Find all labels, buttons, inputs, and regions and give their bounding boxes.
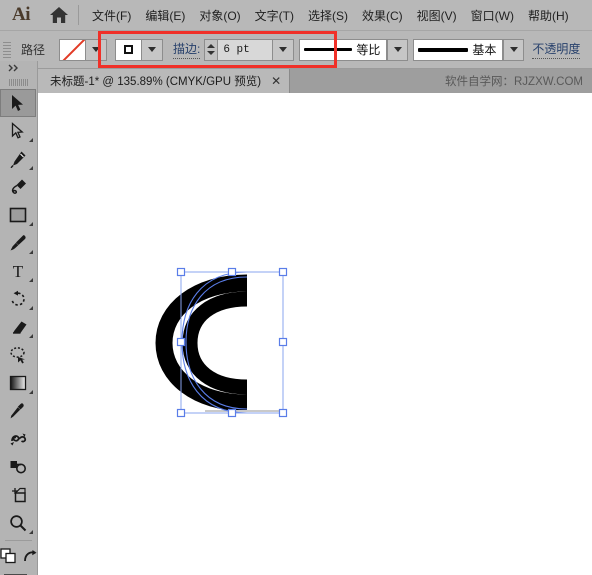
black-square-swatch-icon — [124, 45, 134, 54]
stroke-weight-control-group: 6 pt — [204, 38, 295, 61]
chevron-down-icon — [279, 47, 288, 52]
brush-definition-dropdown-button[interactable] — [503, 38, 525, 61]
menu-help[interactable]: 帮助(H) — [521, 3, 576, 28]
eraser-tool[interactable] — [0, 313, 36, 341]
overlap-squares-icon[interactable] — [0, 548, 17, 564]
fill-control-group — [59, 38, 108, 61]
document-tab[interactable]: 未标题-1* @ 135.89% (CMYK/GPU 预览) ✕ — [38, 69, 291, 93]
toolbar-divider — [5, 540, 32, 541]
tool-group-corner-icon — [29, 138, 33, 142]
lasso-tool[interactable] — [0, 341, 36, 369]
watermark-text: 软件自学网：RJZXW.COM — [445, 76, 583, 88]
menu-type[interactable]: 文字(T) — [248, 3, 301, 28]
menu-window[interactable]: 窗口(W) — [464, 3, 521, 28]
chevron-down-icon — [148, 47, 157, 52]
chevron-down-icon — [92, 47, 101, 52]
control-bar-grip[interactable] — [3, 38, 13, 62]
tools-panel: T — [0, 61, 38, 575]
svg-text:T: T — [13, 262, 24, 280]
none-swatch-icon — [60, 39, 86, 60]
chevron-down-icon — [509, 47, 518, 52]
illustrator-window: Ai 文件(F) 编辑(E) 对象(O) 文字(T) 选择(S) 效果(C) 视… — [0, 0, 592, 575]
stroke-dropdown-button[interactable] — [142, 38, 164, 61]
document-tab-title: 未标题-1* @ 135.89% (CMYK/GPU 预览) — [50, 76, 262, 88]
selection-tool[interactable] — [0, 89, 36, 117]
stroke-profile-preview-icon — [304, 48, 353, 51]
fill-dropdown-button[interactable] — [86, 38, 108, 61]
tool-group-corner-icon — [29, 334, 33, 338]
menu-edit[interactable]: 编辑(E) — [138, 3, 192, 28]
tool-group-corner-icon — [29, 306, 33, 310]
tool-group-corner-icon — [29, 530, 33, 534]
menu-item-list: 文件(F) 编辑(E) 对象(O) 文字(T) 选择(S) 效果(C) 视图(V… — [85, 3, 576, 28]
blend-tool[interactable] — [0, 425, 36, 453]
home-icon[interactable] — [42, 0, 76, 31]
width-profile-control-group: 等比 — [299, 38, 409, 61]
paintbrush-tool[interactable] — [0, 229, 36, 257]
selection-context-label: 路径 — [21, 43, 46, 57]
chevron-down-icon — [393, 47, 402, 52]
chevron-down-icon — [207, 51, 216, 55]
app-logo: Ai — [12, 4, 31, 25]
menu-bar: Ai 文件(F) 编辑(E) 对象(O) 文字(T) 选择(S) 效果(C) 视… — [0, 0, 592, 31]
toolbar-grip[interactable] — [0, 75, 37, 89]
tool-group-corner-icon — [29, 278, 33, 282]
menu-effect[interactable]: 效果(C) — [355, 3, 410, 28]
width-profile-dropdown-button[interactable] — [387, 38, 409, 61]
control-bar: 路径 描边: 6 pt 等比 基本 不透明度 — [0, 31, 592, 69]
shape-builder-tool[interactable] — [0, 453, 36, 481]
artboard-tool[interactable] — [0, 481, 36, 509]
eyedropper-tool[interactable] — [0, 397, 36, 425]
direct-selection-tool[interactable] — [0, 117, 36, 145]
tool-group-corner-icon — [29, 166, 33, 170]
toolbar-expand-button[interactable] — [0, 61, 37, 75]
arrange-swap-row — [0, 544, 37, 568]
artboard-canvas[interactable] — [38, 93, 592, 575]
zoom-tool[interactable] — [0, 509, 36, 537]
menu-select[interactable]: 选择(S) — [301, 3, 355, 28]
tool-group-corner-icon — [29, 250, 33, 254]
width-profile-value: 等比 — [356, 43, 381, 57]
rotate-tool[interactable] — [0, 285, 36, 313]
fill-swatch-button[interactable] — [59, 38, 87, 61]
document-tab-bar: 未标题-1* @ 135.89% (CMYK/GPU 预览) ✕ 软件自学网：R… — [38, 69, 592, 93]
pen-tool[interactable] — [0, 145, 36, 173]
rectangle-tool[interactable] — [0, 201, 36, 229]
stroke-weight-label[interactable]: 描边: — [173, 40, 201, 59]
stroke-weight-stepper[interactable] — [204, 38, 218, 61]
letter-c-double-stroke-path[interactable] — [38, 93, 592, 575]
tool-group-corner-icon — [29, 390, 33, 394]
stroke-weight-input[interactable]: 6 pt — [217, 38, 274, 61]
width-profile-field[interactable]: 等比 — [299, 38, 388, 61]
menu-file[interactable]: 文件(F) — [85, 3, 138, 28]
close-icon[interactable]: ✕ — [271, 75, 281, 87]
menu-object[interactable]: 对象(O) — [192, 3, 247, 28]
stroke-swatch-button[interactable] — [115, 38, 143, 61]
stroke-weight-dropdown-button[interactable] — [273, 38, 295, 61]
curvature-tool[interactable] — [0, 173, 36, 201]
brush-preview-icon — [418, 47, 469, 52]
brush-definition-field[interactable]: 基本 — [413, 38, 504, 61]
brush-definition-value: 基本 — [472, 43, 497, 57]
gradient-tool[interactable] — [0, 369, 36, 397]
chevron-up-icon — [207, 44, 216, 48]
opacity-label[interactable]: 不透明度 — [532, 40, 581, 59]
swap-arrow-icon[interactable] — [23, 549, 38, 564]
menu-divider — [78, 5, 79, 25]
brush-definition-control-group: 基本 — [413, 38, 525, 61]
menu-view[interactable]: 视图(V) — [410, 3, 464, 28]
type-tool[interactable]: T — [0, 257, 36, 285]
tool-group-corner-icon — [29, 222, 33, 226]
stroke-color-control-group — [115, 38, 164, 61]
